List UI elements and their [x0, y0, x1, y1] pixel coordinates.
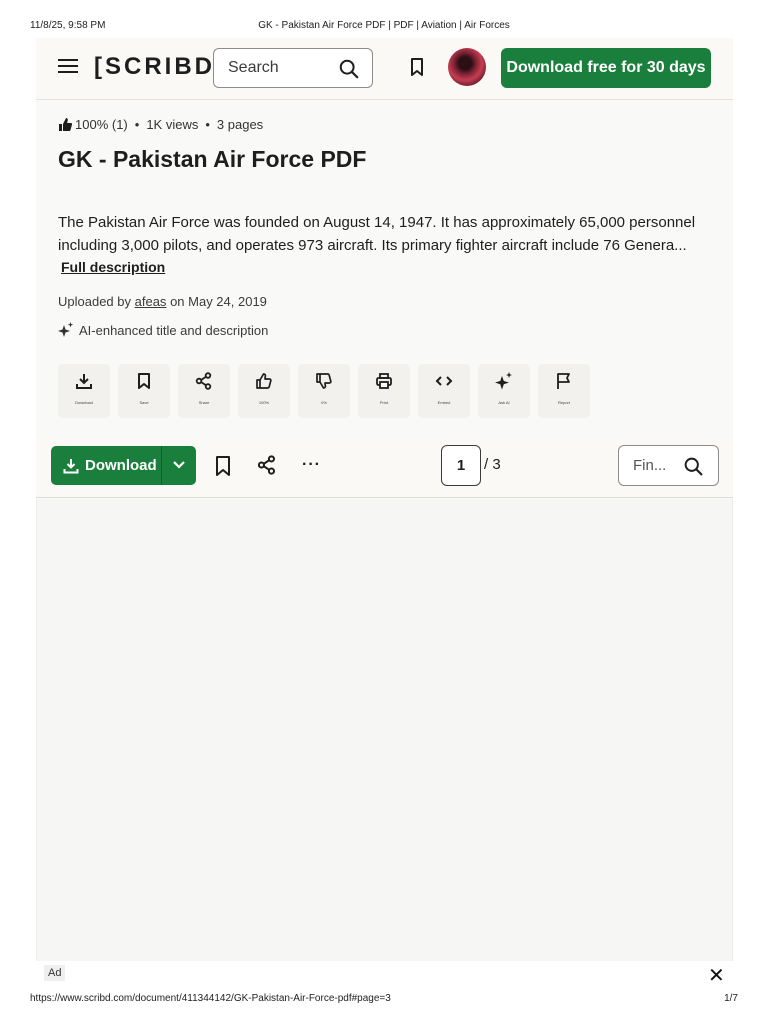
- action-label: Ask AI: [498, 400, 510, 405]
- download-button[interactable]: Download: [51, 446, 161, 485]
- saved-bookmark-icon[interactable]: [409, 57, 425, 82]
- find-placeholder: Fin...: [633, 457, 667, 474]
- views-text: 1K views: [146, 117, 199, 132]
- save-bookmark-icon[interactable]: [214, 455, 232, 482]
- print-url: https://www.scribd.com/document/41134414…: [30, 993, 391, 1004]
- ad-banner: Ad ✕: [36, 961, 733, 991]
- thumbs-down-icon: [316, 373, 332, 389]
- thumbs-up-icon: [58, 118, 73, 134]
- description-line: including 3,000 pilots, and operates 973…: [58, 237, 687, 254]
- uploader-link[interactable]: afeas: [135, 294, 167, 309]
- ai-note-text: AI-enhanced title and description: [79, 323, 269, 338]
- thumbs-up-icon: [256, 373, 272, 389]
- action-label: Save: [139, 400, 149, 405]
- action-label: Download: [75, 400, 93, 405]
- download-icon: [63, 459, 79, 474]
- flag-icon: [557, 373, 570, 389]
- pages-text: 3 pages: [216, 117, 264, 132]
- download-icon: [76, 374, 92, 389]
- action-label: Embed: [437, 400, 451, 405]
- action-dislike-button[interactable]: 0%: [298, 364, 350, 418]
- description-line: The Pakistan Air Force was founded on Au…: [58, 214, 696, 231]
- search-icon[interactable]: [338, 58, 360, 85]
- sparkle-icon: [495, 372, 512, 390]
- action-embed-button[interactable]: Embed: [418, 364, 470, 418]
- download-options-dropdown[interactable]: [161, 446, 196, 485]
- ad-label: Ad: [44, 965, 66, 981]
- top-navigation-bar: [SCRIBD] Search Download free for 30 day…: [36, 38, 733, 100]
- uploaded-prefix: Uploaded by: [58, 294, 131, 309]
- document-viewer[interactable]: [36, 499, 733, 964]
- download-label: Download: [85, 457, 157, 474]
- scribd-page: [SCRIBD] Search Download free for 30 day…: [36, 38, 733, 991]
- menu-icon[interactable]: [58, 59, 78, 77]
- search-input[interactable]: Search: [213, 48, 373, 88]
- share-icon: [195, 372, 212, 390]
- action-label: 100%: [258, 400, 270, 405]
- more-options-icon[interactable]: ···: [302, 456, 321, 474]
- search-icon[interactable]: [683, 456, 704, 477]
- rating-text: 100% (1): [75, 117, 128, 132]
- print-header: 11/8/25, 9:58 PM GK - Pakistan Air Force…: [0, 0, 768, 36]
- find-in-document-input[interactable]: Fin...: [618, 445, 719, 486]
- close-ad-icon[interactable]: ✕: [708, 963, 725, 988]
- action-like-button[interactable]: 100%: [238, 364, 290, 418]
- action-label: 0%: [321, 400, 327, 405]
- uploaded-date: on May 24, 2019: [170, 294, 267, 309]
- document-title: GK - Pakistan Air Force PDF: [58, 146, 367, 172]
- document-description: The Pakistan Air Force was founded on Au…: [58, 211, 698, 257]
- action-label: Share: [198, 400, 210, 405]
- download-free-trial-button[interactable]: Download free for 30 days: [501, 48, 711, 88]
- print-icon: [376, 373, 392, 389]
- share-icon[interactable]: [257, 455, 277, 480]
- ai-enhanced-note: AI-enhanced title and description: [58, 322, 268, 338]
- bookmark-icon: [138, 373, 150, 389]
- action-label: Print: [379, 400, 389, 405]
- page-number-input[interactable]: 1: [441, 445, 481, 486]
- action-label: Report: [557, 400, 570, 405]
- document-toolbar: Download ··· 1 / 3 Fin...: [36, 438, 733, 498]
- print-tab-title: GK - Pakistan Air Force PDF | PDF | Avia…: [258, 20, 510, 31]
- embed-icon: [435, 376, 453, 386]
- action-download-button[interactable]: Download: [58, 364, 110, 418]
- document-stats: 100% (1) • 1K views • 3 pages: [58, 117, 263, 134]
- action-report-button[interactable]: Report: [538, 364, 590, 418]
- full-description-link[interactable]: Full description: [61, 259, 165, 275]
- search-placeholder: Search: [228, 59, 279, 76]
- action-print-button[interactable]: Print: [358, 364, 410, 418]
- chevron-down-icon: [173, 461, 185, 469]
- scribd-logo[interactable]: [SCRIBD]: [94, 53, 226, 81]
- action-save-button[interactable]: Save: [118, 364, 170, 418]
- user-avatar[interactable]: [448, 48, 486, 86]
- print-page-counter: 1/7: [724, 993, 738, 1004]
- page-total: / 3: [484, 456, 501, 473]
- uploaded-by: Uploaded by afeas on May 24, 2019: [58, 294, 267, 309]
- sparkle-icon: [58, 322, 74, 337]
- action-share-button[interactable]: Share: [178, 364, 230, 418]
- action-ask-ai-button[interactable]: Ask AI: [478, 364, 530, 418]
